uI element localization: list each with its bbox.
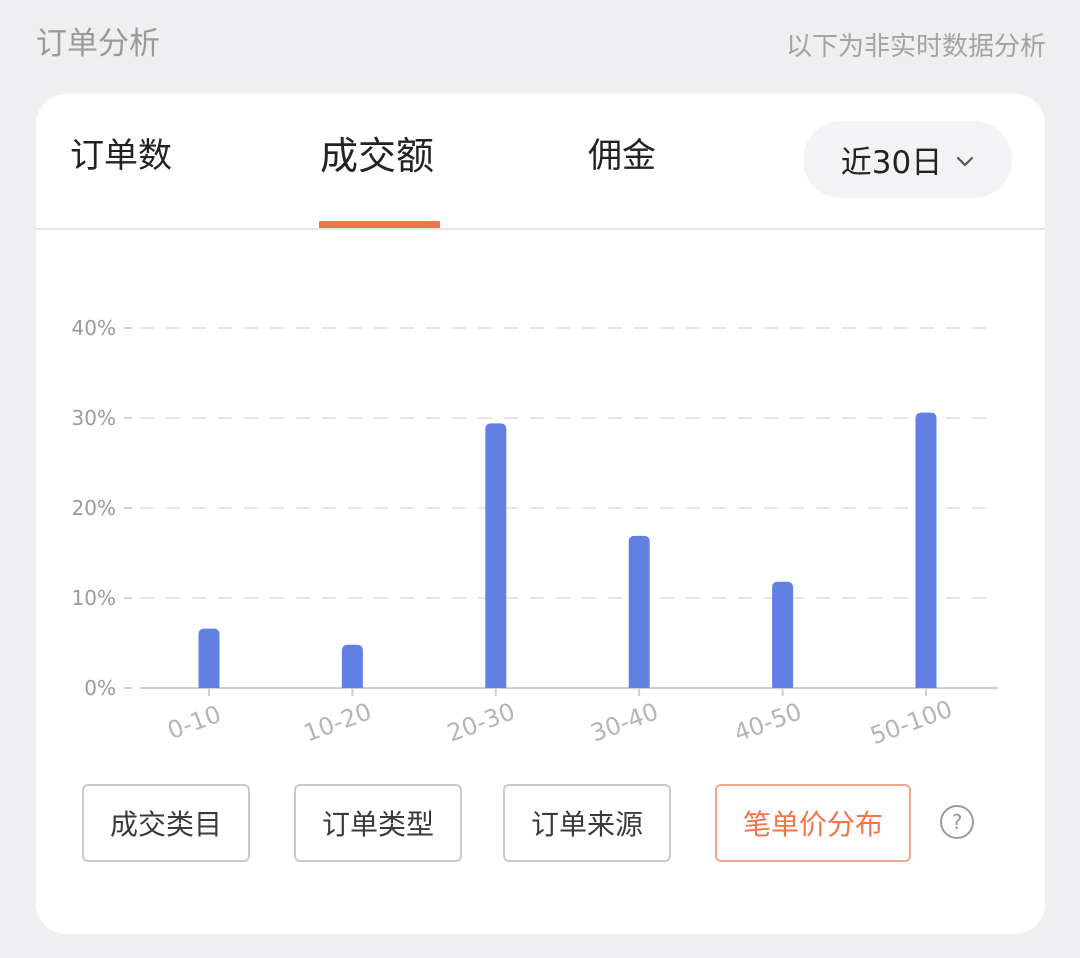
non-realtime-note: 以下为非实时数据分析 xyxy=(785,32,1046,62)
y-tick-label: 40% xyxy=(72,316,116,340)
bar xyxy=(341,644,363,688)
x-tick-label: 30-40 xyxy=(587,697,662,747)
y-tick-label: 0% xyxy=(84,676,116,700)
filter-order-source-button[interactable]: 订单来源 xyxy=(503,784,671,862)
dimension-filters: 成交类目 订单类型 订单来源 笔单价分布 ? xyxy=(36,784,1045,874)
metric-tabs: 订单数 成交额 佣金 近30日 xyxy=(36,94,1045,230)
order-analysis-page: 订单分析 以下为非实时数据分析 订单数 成交额 佣金 近30日 0% 10% 20%… xyxy=(0,0,1080,958)
filter-order-type-button[interactable]: 订单类型 xyxy=(294,784,462,862)
x-tick-label: 10-20 xyxy=(300,697,375,747)
period-selector[interactable]: 近30日 xyxy=(803,121,1012,198)
tab-order-count[interactable]: 订单数 xyxy=(70,132,172,180)
filter-unit-price-button[interactable]: 笔单价分布 xyxy=(715,784,911,862)
filter-category-button[interactable]: 成交类目 xyxy=(82,784,250,862)
price-distribution-chart: 0% 10% 20% 30% 40% 0-10 10-20 20-30 30-40 40-50 50… xyxy=(36,230,1045,790)
y-tick-label: 10% xyxy=(72,586,116,610)
x-tick-label: 40-50 xyxy=(730,697,805,747)
x-tick-label: 0-10 xyxy=(164,700,225,745)
chart-svg: 0% 10% 20% 30% 40% 0-10 10-20 20-30 30-40 40-50 50… xyxy=(72,316,998,750)
x-tick-label: 50-100 xyxy=(867,695,956,750)
x-tick-label: 20-30 xyxy=(444,697,519,747)
section-title: 订单分析 xyxy=(36,26,160,62)
bar xyxy=(485,423,507,688)
tab-commission[interactable]: 佣金 xyxy=(588,132,656,180)
bar xyxy=(198,628,220,688)
chevron-down-icon xyxy=(956,153,974,167)
bar xyxy=(915,412,937,688)
tab-gmv[interactable]: 成交额 xyxy=(320,132,434,180)
period-label: 近30日 xyxy=(840,145,943,181)
analysis-card: 订单数 成交额 佣金 近30日 0% 10% 20% 30% 40% 0-10 10-20 2… xyxy=(36,94,1045,934)
bar xyxy=(628,535,650,688)
bar xyxy=(772,581,794,688)
question-circle-icon[interactable]: ? xyxy=(940,805,974,839)
y-tick-label: 30% xyxy=(72,406,116,430)
y-tick-label: 20% xyxy=(72,496,116,520)
